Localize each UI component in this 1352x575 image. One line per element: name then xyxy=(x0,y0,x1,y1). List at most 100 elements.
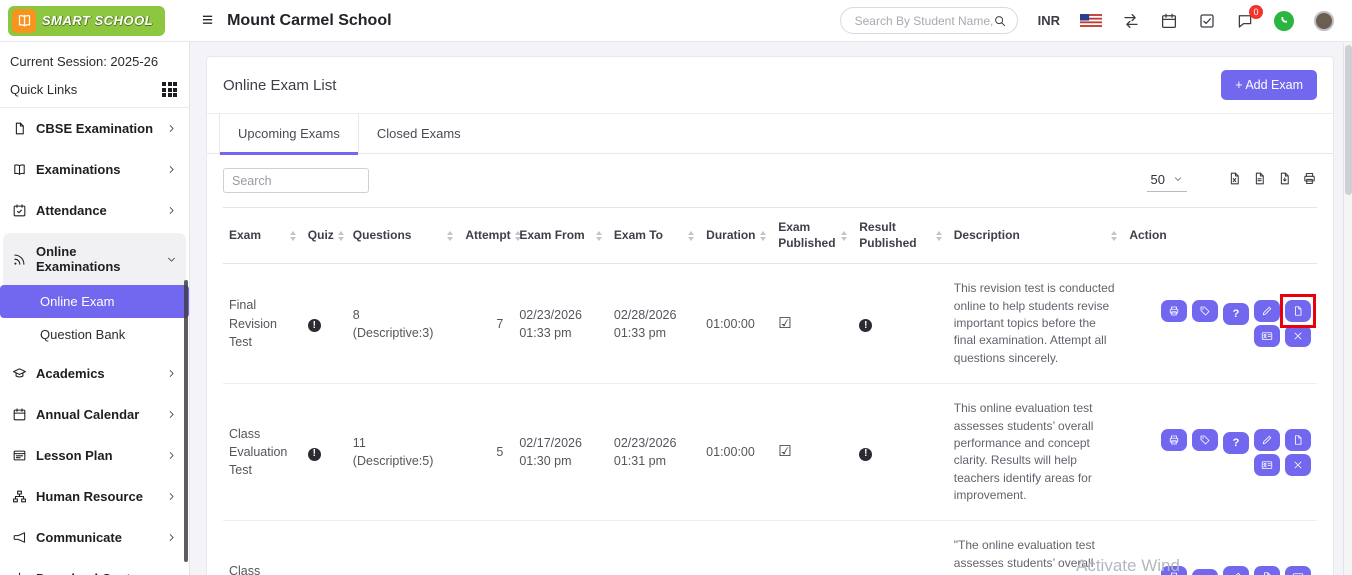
question-action-button[interactable]: ? xyxy=(1223,432,1249,454)
export-pdf-button[interactable] xyxy=(1277,171,1292,186)
chevron-right-icon xyxy=(166,164,177,175)
chevron-right-icon xyxy=(166,409,177,420)
sort-icon[interactable] xyxy=(447,231,453,241)
exam-name: Final Revision Test xyxy=(223,264,302,384)
current-session-label: Current Session: 2025-26 xyxy=(0,46,189,78)
question-action-button[interactable]: ? xyxy=(1192,569,1218,575)
exam-name: Class Evaluation test exam. xyxy=(223,521,302,575)
file-action-button[interactable] xyxy=(1285,300,1311,322)
column-header-attempt[interactable]: Attempt xyxy=(459,208,513,264)
app-logo[interactable]: SMART SCHOOL xyxy=(8,6,165,36)
table-tools: 50 xyxy=(1147,170,1317,192)
sidebar-item-communicate[interactable]: Communicate xyxy=(0,517,189,558)
chevron-right-icon xyxy=(166,123,177,134)
column-header-exam-published[interactable]: Exam Published xyxy=(772,208,853,264)
edit-action-button[interactable] xyxy=(1254,429,1280,451)
id-card-action-button[interactable] xyxy=(1254,325,1280,347)
us-flag-icon[interactable] xyxy=(1080,14,1102,27)
sort-icon[interactable] xyxy=(760,231,766,241)
currency-label[interactable]: INR xyxy=(1038,13,1060,28)
page-size-select[interactable]: 50 xyxy=(1147,170,1187,192)
edit-action-button[interactable] xyxy=(1223,566,1249,575)
whatsapp-icon[interactable] xyxy=(1274,11,1294,31)
sidebar-item-attendance[interactable]: Attendance xyxy=(0,190,189,231)
table-search-input[interactable] xyxy=(223,168,369,193)
tag-action-button[interactable] xyxy=(1192,300,1218,322)
sidebar-item-lesson-plan[interactable]: Lesson Plan xyxy=(0,435,189,476)
online-exam-card: Online Exam List + Add Exam Upcoming Exa… xyxy=(206,56,1334,575)
question-action-button[interactable]: ? xyxy=(1223,303,1249,325)
close-action-button[interactable] xyxy=(1285,325,1311,347)
id-card-action-button[interactable] xyxy=(1254,454,1280,476)
print-action-button[interactable] xyxy=(1161,429,1187,451)
print-action-button[interactable] xyxy=(1161,300,1187,322)
exam-to-cell: 02/23/202601:31 pm xyxy=(608,384,700,521)
attempt-cell: 7 xyxy=(459,264,513,384)
quick-links-label: Quick Links xyxy=(10,82,77,97)
page-scrollbar[interactable] xyxy=(1343,43,1352,575)
exclamation-icon: ! xyxy=(859,448,872,461)
student-search-input[interactable] xyxy=(855,14,993,28)
column-header-quiz[interactable]: Quiz xyxy=(302,208,347,264)
sidebar: Current Session: 2025-26 Quick Links CBS… xyxy=(0,42,190,575)
sidebar-item-cbse-examination[interactable]: CBSE Examination xyxy=(0,108,189,149)
export-buttons xyxy=(1217,171,1317,191)
swap-icon[interactable] xyxy=(1122,12,1140,30)
tab-upcoming-exams[interactable]: Upcoming Exams xyxy=(219,114,359,153)
exam-from-cell: 02/17/202601:30 pm xyxy=(513,384,608,521)
calendar-icon xyxy=(12,407,27,422)
sort-icon[interactable] xyxy=(1111,231,1117,241)
sidebar-subitem-online-exam[interactable]: Online Exam xyxy=(0,285,189,318)
column-header-exam-to[interactable]: Exam To xyxy=(608,208,700,264)
sidebar-item-online-examinations[interactable]: Online Examinations xyxy=(3,233,186,285)
sidebar-subitem-question-bank[interactable]: Question Bank xyxy=(0,318,189,351)
sidebar-scrollbar[interactable] xyxy=(184,280,188,562)
description-cell: This revision test is conducted online t… xyxy=(948,264,1124,384)
sort-icon[interactable] xyxy=(596,231,602,241)
grid-icon[interactable] xyxy=(162,82,177,97)
tab-closed-exams[interactable]: Closed Exams xyxy=(359,114,479,153)
sort-icon[interactable] xyxy=(936,231,942,241)
exclamation-icon: ! xyxy=(859,319,872,332)
sort-icon[interactable] xyxy=(338,231,344,241)
menu-icon[interactable]: ≡ xyxy=(202,11,213,30)
questions-cell: 11(Descriptive:5) xyxy=(347,384,460,521)
sidebar-item-download-center[interactable]: Download Center xyxy=(0,558,189,575)
messages-icon[interactable]: 0 xyxy=(1236,12,1254,30)
export-csv-button[interactable] xyxy=(1252,171,1267,186)
column-header-exam[interactable]: Exam xyxy=(223,208,302,264)
sort-icon[interactable] xyxy=(688,231,694,241)
column-header-description[interactable]: Description xyxy=(948,208,1124,264)
avatar[interactable] xyxy=(1314,11,1334,31)
column-header-questions[interactable]: Questions xyxy=(347,208,460,264)
print-button[interactable] xyxy=(1302,171,1317,186)
quick-links[interactable]: Quick Links xyxy=(0,78,189,108)
column-header-duration[interactable]: Duration xyxy=(700,208,772,264)
id-card-action-button[interactable] xyxy=(1285,566,1311,575)
close-action-button[interactable] xyxy=(1285,454,1311,476)
sidebar-item-academics[interactable]: Academics xyxy=(0,353,189,394)
edit-action-button[interactable] xyxy=(1254,300,1280,322)
column-header-exam-from[interactable]: Exam From xyxy=(513,208,608,264)
sort-icon[interactable] xyxy=(290,231,296,241)
tasks-icon[interactable] xyxy=(1198,12,1216,30)
exam-name: Class Evaluation Test xyxy=(223,384,302,521)
download-icon xyxy=(12,571,27,575)
file-action-button[interactable] xyxy=(1285,429,1311,451)
export-excel-button[interactable] xyxy=(1227,171,1242,186)
add-exam-button[interactable]: + Add Exam xyxy=(1221,70,1317,100)
sidebar-item-human-resource[interactable]: Human Resource xyxy=(0,476,189,517)
tag-action-button[interactable] xyxy=(1192,429,1218,451)
calendar-icon[interactable] xyxy=(1160,12,1178,30)
column-header-result-published[interactable]: Result Published xyxy=(853,208,948,264)
questions-cell: 8(Descriptive:3) xyxy=(347,264,460,384)
student-search[interactable] xyxy=(840,7,1018,34)
duration-cell: 01:00:00 xyxy=(700,384,772,521)
sidebar-item-annual-calendar[interactable]: Annual Calendar xyxy=(0,394,189,435)
search-icon[interactable] xyxy=(993,14,1007,28)
file-action-button[interactable] xyxy=(1254,566,1280,575)
sidebar-item-label: Download Center xyxy=(36,571,157,575)
sidebar-item-examinations[interactable]: Examinations xyxy=(0,149,189,190)
sidebar-item-label: Communicate xyxy=(36,530,157,545)
sort-icon[interactable] xyxy=(841,231,847,241)
